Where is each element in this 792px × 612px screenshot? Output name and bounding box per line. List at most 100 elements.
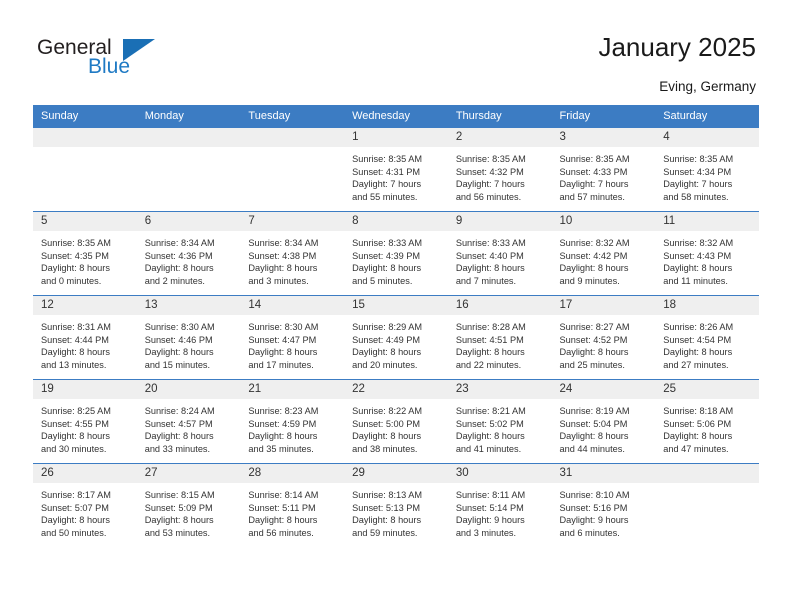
sunrise-text: Sunrise: 8:11 AM bbox=[455, 490, 526, 500]
calendar-day-cell[interactable]: 5 Sunrise: 8:35 AM Sunset: 4:35 PM Daylight… bbox=[33, 211, 137, 296]
calendar-week-row: 5 Sunrise: 8:35 AM Sunset: 4:35 PM Daylight… bbox=[33, 211, 759, 296]
sunset-text: Sunset: 5:09 PM bbox=[144, 502, 213, 513]
calendar-day-cell[interactable]: 17 Sunrise: 8:27 AM Sunset: 4:52 PM Dayligh… bbox=[551, 295, 656, 380]
sunrise-text: Sunrise: 8:35 AM bbox=[352, 154, 423, 164]
calendar-day-cell[interactable]: 6 Sunrise: 8:34 AM Sunset: 4:36 PM Daylight… bbox=[136, 211, 241, 296]
sunset-text: Sunset: 5:04 PM bbox=[559, 418, 628, 429]
calendar-day-cell[interactable]: 24 Sunrise: 8:19 AM Sunset: 5:04 PM Dayligh… bbox=[551, 379, 656, 464]
day-details: Sunrise: 8:13 AM Sunset: 5:13 PM Daylight:… bbox=[344, 483, 448, 539]
weekday-header-monday: Monday bbox=[136, 105, 241, 128]
daylight-text-line2: and 44 minutes. bbox=[559, 443, 625, 454]
daylight-text-line1: Daylight: 8 hours bbox=[352, 515, 422, 525]
day-details: Sunrise: 8:30 AM Sunset: 4:47 PM Daylight:… bbox=[240, 315, 344, 371]
calendar-week-row: 12 Sunrise: 8:31 AM Sunset: 4:44 PM Dayligh… bbox=[33, 295, 759, 380]
calendar-day-cell[interactable]: 2 Sunrise: 8:35 AM Sunset: 4:32 PM Daylight… bbox=[447, 127, 552, 212]
calendar-day-cell[interactable]: 22 Sunrise: 8:22 AM Sunset: 5:00 PM Dayligh… bbox=[344, 379, 448, 464]
sunrise-text: Sunrise: 8:19 AM bbox=[559, 406, 630, 416]
daylight-text-line2: and 47 minutes. bbox=[663, 443, 729, 454]
daylight-text-line2: and 22 minutes. bbox=[455, 359, 522, 370]
calendar-day-cell-empty bbox=[33, 127, 137, 212]
calendar-day-cell[interactable]: 26 Sunrise: 8:17 AM Sunset: 5:07 PM Dayligh… bbox=[33, 463, 137, 547]
day-number: 20 bbox=[136, 380, 241, 399]
day-number: 24 bbox=[551, 380, 656, 399]
day-number: 6 bbox=[136, 212, 241, 231]
calendar-day-cell[interactable]: 30 Sunrise: 8:11 AM Sunset: 5:14 PM Dayligh… bbox=[447, 463, 552, 547]
calendar-day-cell[interactable]: 27 Sunrise: 8:15 AM Sunset: 5:09 PM Dayligh… bbox=[136, 463, 241, 547]
daylight-text-line2: and 15 minutes. bbox=[144, 359, 211, 370]
day-number: 13 bbox=[136, 296, 241, 315]
daylight-text-line1: Daylight: 8 hours bbox=[144, 347, 214, 357]
daylight-text-line2: and 25 minutes. bbox=[559, 359, 625, 370]
calendar-day-cell[interactable]: 31 Sunrise: 8:10 AM Sunset: 5:16 PM Dayligh… bbox=[551, 463, 656, 547]
daylight-text-line1: Daylight: 8 hours bbox=[144, 515, 214, 525]
calendar-day-cell[interactable]: 13 Sunrise: 8:30 AM Sunset: 4:46 PM Dayligh… bbox=[136, 295, 241, 380]
sunrise-text: Sunrise: 8:33 AM bbox=[455, 238, 526, 248]
calendar-day-cell[interactable]: 8 Sunrise: 8:33 AM Sunset: 4:39 PM Daylight… bbox=[344, 211, 448, 296]
calendar-day-cell[interactable]: 18 Sunrise: 8:26 AM Sunset: 4:54 PM Dayligh… bbox=[655, 295, 759, 380]
sunrise-text: Sunrise: 8:35 AM bbox=[455, 154, 526, 164]
day-details: Sunrise: 8:11 AM Sunset: 5:14 PM Daylight:… bbox=[448, 483, 552, 539]
calendar-day-cell[interactable]: 20 Sunrise: 8:24 AM Sunset: 4:57 PM Dayligh… bbox=[136, 379, 241, 464]
day-number: 15 bbox=[344, 296, 448, 315]
sunset-text: Sunset: 4:52 PM bbox=[559, 334, 628, 345]
daylight-text-line2: and 0 minutes. bbox=[41, 275, 102, 286]
calendar-day-cell[interactable]: 28 Sunrise: 8:14 AM Sunset: 5:11 PM Dayligh… bbox=[240, 463, 345, 547]
sunset-text: Sunset: 4:36 PM bbox=[144, 250, 213, 261]
daylight-text-line2: and 11 minutes. bbox=[663, 275, 728, 286]
calendar-day-cell[interactable]: 7 Sunrise: 8:34 AM Sunset: 4:38 PM Daylight… bbox=[240, 211, 345, 296]
calendar-day-cell[interactable]: 3 Sunrise: 8:35 AM Sunset: 4:33 PM Daylight… bbox=[551, 127, 656, 212]
day-details bbox=[137, 147, 241, 203]
day-details: Sunrise: 8:22 AM Sunset: 5:00 PM Daylight:… bbox=[344, 399, 448, 455]
day-number: 29 bbox=[344, 464, 448, 483]
daylight-text-line1: Daylight: 8 hours bbox=[248, 347, 318, 357]
calendar-day-cell[interactable]: 9 Sunrise: 8:33 AM Sunset: 4:40 PM Daylight… bbox=[447, 211, 552, 296]
calendar-day-cell[interactable]: 10 Sunrise: 8:32 AM Sunset: 4:42 PM Dayligh… bbox=[551, 211, 656, 296]
sunset-text: Sunset: 4:40 PM bbox=[455, 250, 524, 261]
sunrise-text: Sunrise: 8:17 AM bbox=[41, 490, 111, 500]
calendar-day-cell[interactable]: 29 Sunrise: 8:13 AM Sunset: 5:13 PM Dayligh… bbox=[344, 463, 448, 547]
calendar-header-row: Sunday Monday Tuesday Wednesday Thursday Frid… bbox=[33, 105, 759, 128]
sunrise-text: Sunrise: 8:32 AM bbox=[559, 238, 630, 248]
sunset-text: Sunset: 5:14 PM bbox=[455, 502, 524, 513]
daylight-text-line1: Daylight: 7 hours bbox=[455, 179, 525, 189]
daylight-text-line2: and 35 minutes. bbox=[248, 443, 314, 454]
calendar-body: 1 Sunrise: 8:35 AM Sunset: 4:31 PM Daylight… bbox=[33, 127, 759, 547]
calendar-day-cell[interactable]: 23 Sunrise: 8:21 AM Sunset: 5:02 PM Dayligh… bbox=[447, 379, 552, 464]
calendar-day-cell[interactable]: 25 Sunrise: 8:18 AM Sunset: 5:06 PM Dayligh… bbox=[655, 379, 759, 464]
day-number: 27 bbox=[136, 464, 241, 483]
sunrise-text: Sunrise: 8:21 AM bbox=[455, 406, 526, 416]
day-number bbox=[655, 464, 759, 483]
day-number: 16 bbox=[447, 296, 552, 315]
sunrise-text: Sunrise: 8:27 AM bbox=[559, 322, 630, 332]
weekday-header-saturday: Saturday bbox=[655, 105, 759, 128]
calendar-day-cell[interactable]: 12 Sunrise: 8:31 AM Sunset: 4:44 PM Dayligh… bbox=[33, 295, 137, 380]
day-details bbox=[240, 147, 344, 203]
day-details: Sunrise: 8:35 AM Sunset: 4:34 PM Daylight:… bbox=[655, 147, 759, 203]
daylight-text-line2: and 9 minutes. bbox=[559, 275, 620, 286]
daylight-text-line1: Daylight: 8 hours bbox=[455, 431, 525, 441]
day-number: 2 bbox=[447, 128, 552, 147]
daylight-text-line1: Daylight: 8 hours bbox=[559, 263, 629, 273]
calendar-day-cell[interactable]: 11 Sunrise: 8:32 AM Sunset: 4:43 PM Dayligh… bbox=[655, 211, 759, 296]
calendar-day-cell[interactable]: 14 Sunrise: 8:30 AM Sunset: 4:47 PM Dayligh… bbox=[240, 295, 345, 380]
day-details: Sunrise: 8:35 AM Sunset: 4:35 PM Daylight:… bbox=[33, 231, 137, 287]
calendar-day-cell[interactable]: 21 Sunrise: 8:23 AM Sunset: 4:59 PM Dayligh… bbox=[240, 379, 345, 464]
sunrise-text: Sunrise: 8:28 AM bbox=[455, 322, 526, 332]
calendar-week-row: 1 Sunrise: 8:35 AM Sunset: 4:31 PM Daylight… bbox=[33, 127, 759, 212]
calendar-day-cell[interactable]: 1 Sunrise: 8:35 AM Sunset: 4:31 PM Daylight… bbox=[344, 127, 448, 212]
daylight-text-line1: Daylight: 8 hours bbox=[248, 515, 318, 525]
sunset-text: Sunset: 5:02 PM bbox=[455, 418, 524, 429]
daylight-text-line1: Daylight: 8 hours bbox=[41, 347, 110, 357]
calendar-day-cell[interactable]: 15 Sunrise: 8:29 AM Sunset: 4:49 PM Dayligh… bbox=[344, 295, 448, 380]
weekday-header-sunday: Sunday bbox=[33, 105, 137, 128]
sunset-text: Sunset: 4:54 PM bbox=[663, 334, 732, 345]
logo-text-blue: Blue bbox=[88, 55, 131, 78]
daylight-text-line1: Daylight: 8 hours bbox=[352, 431, 422, 441]
sunset-text: Sunset: 5:07 PM bbox=[41, 502, 109, 513]
daylight-text-line2: and 20 minutes. bbox=[352, 359, 418, 370]
daylight-text-line2: and 56 minutes. bbox=[248, 527, 314, 538]
day-details: Sunrise: 8:19 AM Sunset: 5:04 PM Daylight:… bbox=[552, 399, 656, 455]
calendar-day-cell[interactable]: 16 Sunrise: 8:28 AM Sunset: 4:51 PM Dayligh… bbox=[447, 295, 552, 380]
calendar-day-cell[interactable]: 19 Sunrise: 8:25 AM Sunset: 4:55 PM Dayligh… bbox=[33, 379, 137, 464]
calendar-day-cell[interactable]: 4 Sunrise: 8:35 AM Sunset: 4:34 PM Daylight… bbox=[655, 127, 759, 212]
